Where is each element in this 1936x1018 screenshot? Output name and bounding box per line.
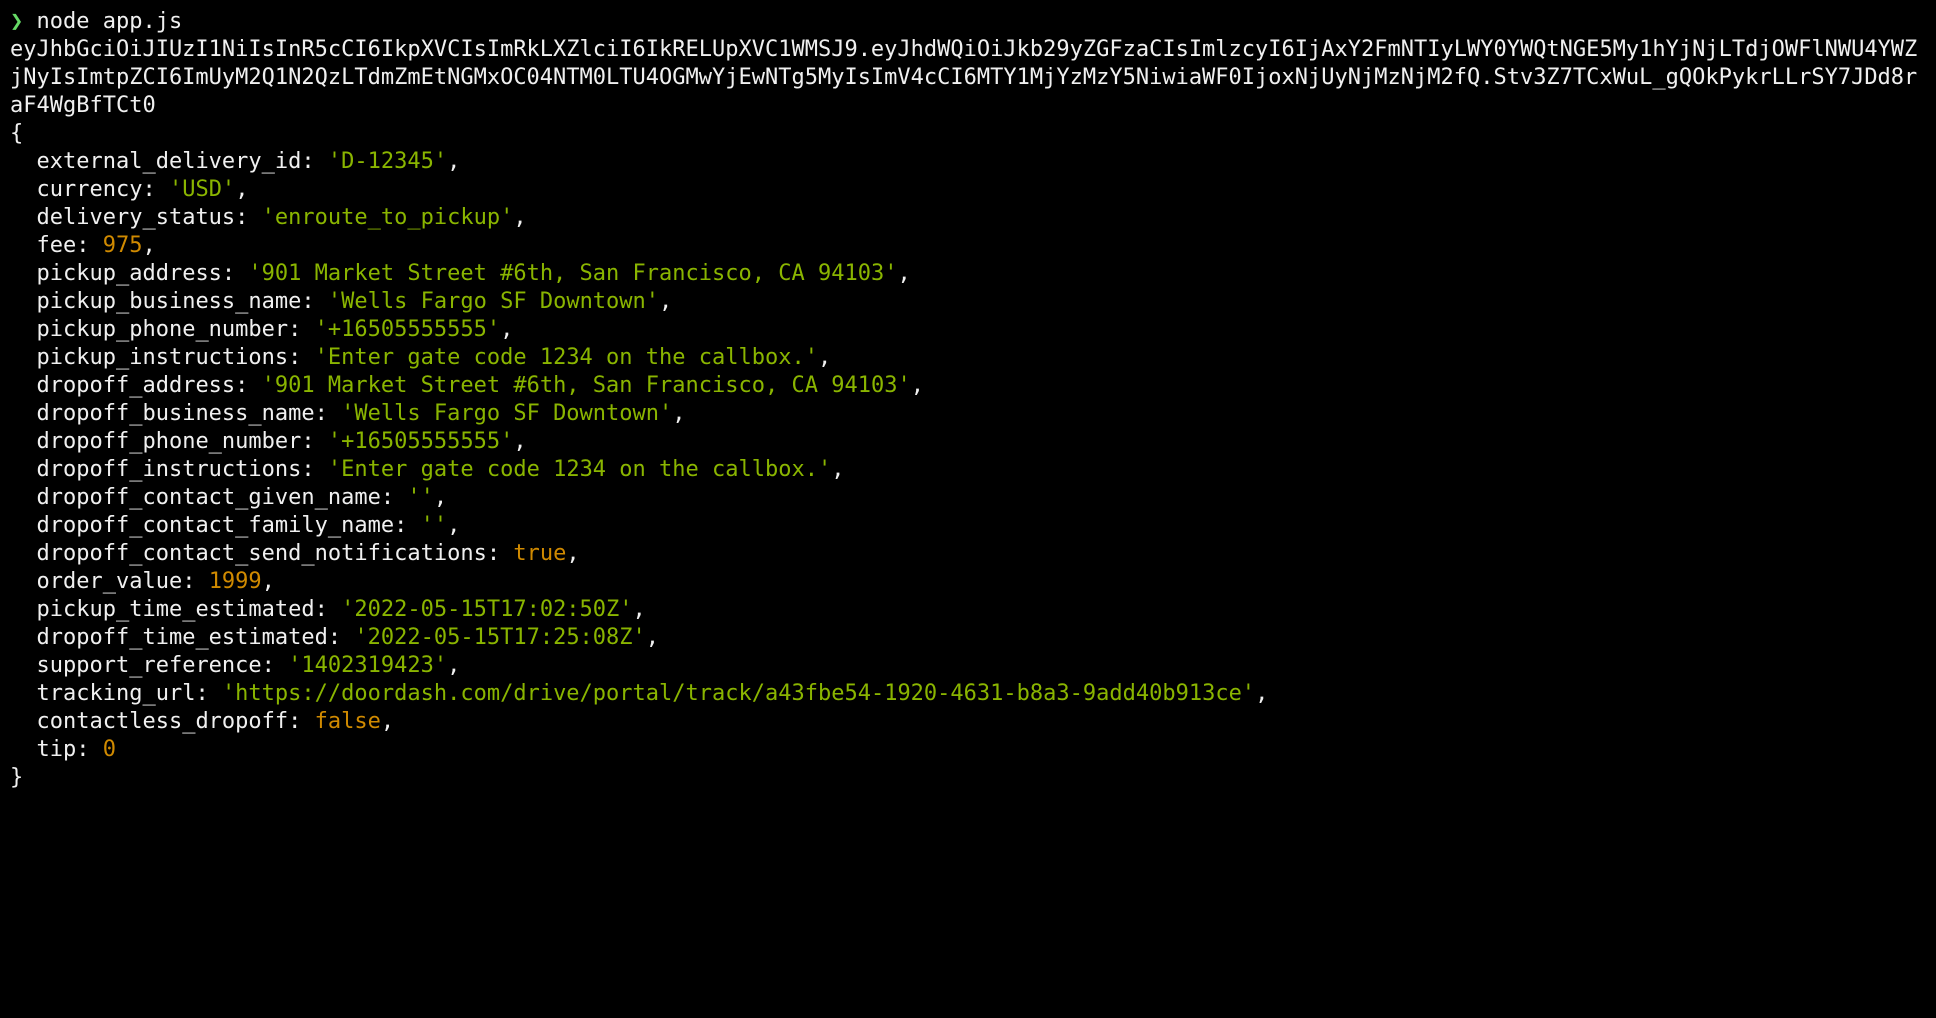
object-value: '+16505555555'	[315, 317, 500, 342]
object-key: dropoff_instructions:	[10, 457, 328, 482]
object-key: dropoff_contact_send_notifications:	[10, 541, 513, 566]
object-value: '901 Market Street #6th, San Francisco, …	[248, 261, 897, 286]
object-key: tracking_url:	[10, 681, 222, 706]
trailing-punct: ,	[911, 373, 924, 398]
trailing-punct: ,	[659, 289, 672, 314]
trailing-punct: ,	[142, 233, 155, 258]
trailing-punct: ,	[818, 345, 831, 370]
trailing-punct: ,	[566, 541, 579, 566]
jwt-token: eyJhbGciOiJIUzI1NiIsInR5cCI6IkpXVCIsImRk…	[10, 37, 1917, 118]
object-value: '901 Market Street #6th, San Francisco, …	[262, 373, 911, 398]
object-key: order_value:	[10, 569, 209, 594]
trailing-punct: ,	[381, 709, 394, 734]
object-value: 'Enter gate code 1234 on the callbox.'	[328, 457, 831, 482]
object-value: '+16505555555'	[328, 429, 513, 454]
object-value: '2022-05-15T17:25:08Z'	[354, 625, 645, 650]
object-key: dropoff_time_estimated:	[10, 625, 354, 650]
object-value: 1999	[209, 569, 262, 594]
object-key: pickup_business_name:	[10, 289, 328, 314]
object-value: 975	[103, 233, 143, 258]
object-key: tip:	[10, 737, 103, 762]
object-value: '1402319423'	[288, 653, 447, 678]
trailing-punct: ,	[434, 485, 447, 510]
trailing-punct: ,	[1255, 681, 1268, 706]
object-key: dropoff_contact_given_name:	[10, 485, 407, 510]
object-value: false	[315, 709, 381, 734]
open-brace: {	[10, 121, 23, 146]
trailing-punct: ,	[646, 625, 659, 650]
object-value: '2022-05-15T17:02:50Z'	[341, 597, 632, 622]
object-key: support_reference:	[10, 653, 288, 678]
trailing-punct: ,	[831, 457, 844, 482]
trailing-punct: ,	[262, 569, 275, 594]
object-value: ''	[407, 485, 434, 510]
trailing-punct: ,	[513, 429, 526, 454]
object-key: pickup_address:	[10, 261, 248, 286]
trailing-punct: ,	[447, 653, 460, 678]
object-value: 0	[103, 737, 116, 762]
object-key: dropoff_contact_family_name:	[10, 513, 421, 538]
object-key: dropoff_business_name:	[10, 401, 341, 426]
object-value: 'Wells Fargo SF Downtown'	[328, 289, 659, 314]
object-key: external_delivery_id:	[10, 149, 328, 174]
object-value: 'Wells Fargo SF Downtown'	[341, 401, 672, 426]
object-key: dropoff_address:	[10, 373, 262, 398]
object-value: 'https://doordash.com/drive/portal/track…	[222, 681, 1255, 706]
object-value: ''	[421, 513, 448, 538]
object-key: contactless_dropoff:	[10, 709, 315, 734]
trailing-punct: ,	[513, 205, 526, 230]
trailing-punct: ,	[447, 149, 460, 174]
object-key: pickup_time_estimated:	[10, 597, 341, 622]
trailing-punct: ,	[447, 513, 460, 538]
object-key: currency:	[10, 177, 169, 202]
object-value: 'Enter gate code 1234 on the callbox.'	[315, 345, 818, 370]
trailing-punct: ,	[500, 317, 513, 342]
terminal-output[interactable]: ❯ node app.js eyJhbGciOiJIUzI1NiIsInR5cC…	[0, 0, 1936, 800]
object-key: pickup_phone_number:	[10, 317, 315, 342]
prompt-char: ❯	[10, 9, 23, 34]
object-key: fee:	[10, 233, 103, 258]
object-value: 'USD'	[169, 177, 235, 202]
trailing-punct: ,	[633, 597, 646, 622]
object-key: delivery_status:	[10, 205, 262, 230]
object-value: true	[513, 541, 566, 566]
trailing-punct: ,	[672, 401, 685, 426]
trailing-punct: ,	[235, 177, 248, 202]
trailing-punct: ,	[897, 261, 910, 286]
object-key: dropoff_phone_number:	[10, 429, 328, 454]
object-value: 'enroute_to_pickup'	[262, 205, 514, 230]
object-key: pickup_instructions:	[10, 345, 315, 370]
object-value: 'D-12345'	[328, 149, 447, 174]
close-brace: }	[10, 765, 23, 790]
command-text: node app.js	[23, 9, 182, 34]
